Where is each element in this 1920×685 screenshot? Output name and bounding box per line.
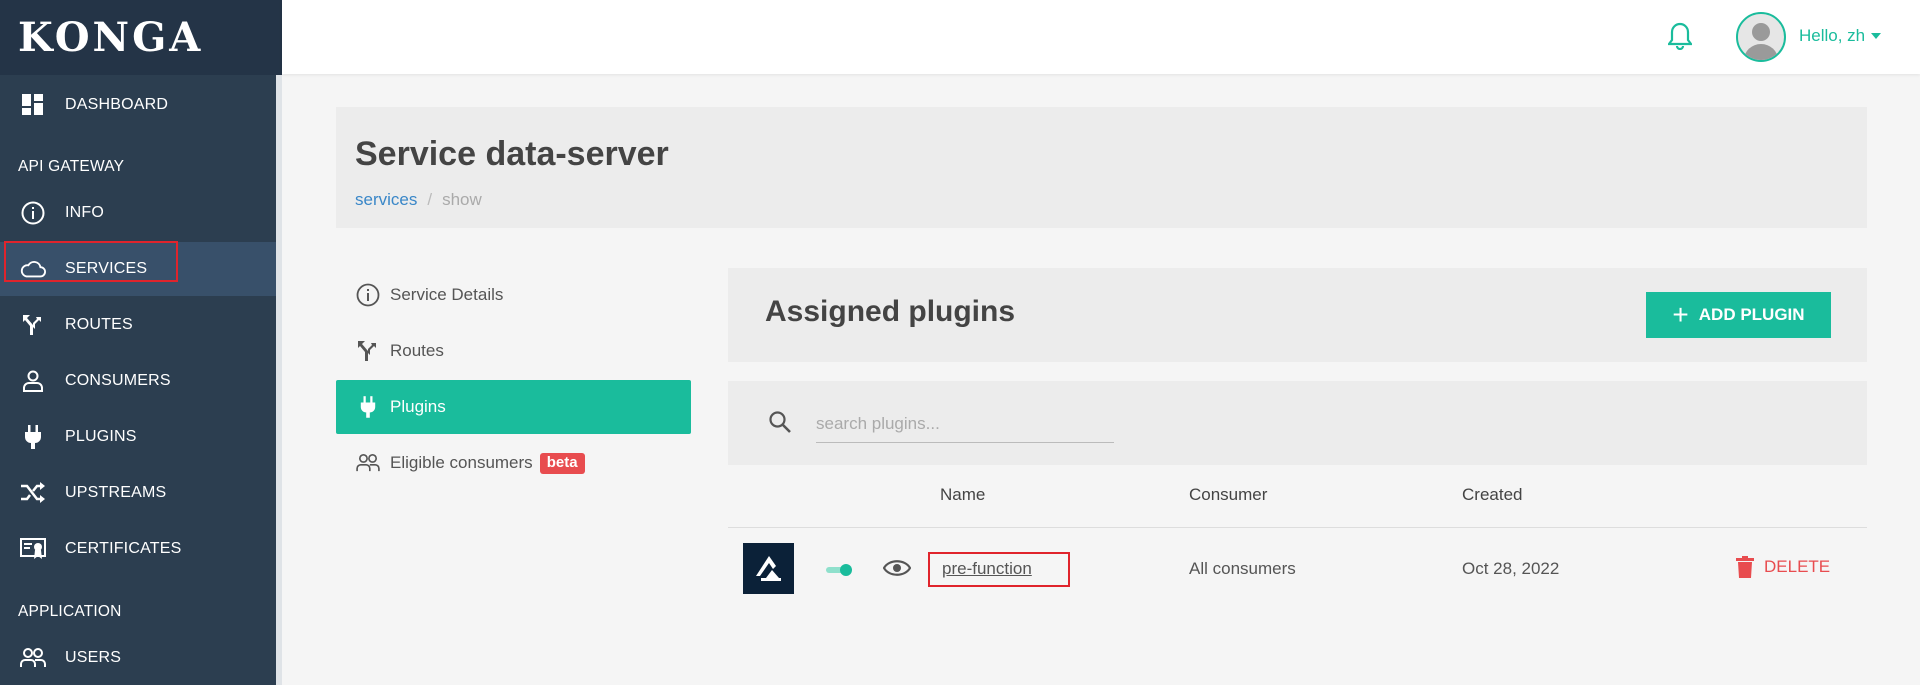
sidebar-item-label: UPSTREAMS [65,484,167,501]
highlight-box-plugin-name [928,552,1070,587]
add-plugin-label: ADD PLUGIN [1698,305,1805,324]
breadcrumb-link-services[interactable]: services [355,190,417,210]
sidebar-item-info[interactable]: INFO [0,186,276,240]
sidebar-section-api-gateway: API GATEWAY [18,158,125,175]
delete-label: DELETE [1764,557,1831,576]
sidebar-item-label: USERS [65,649,122,666]
plugins-title: Assigned plugins [765,295,1016,328]
avatar[interactable] [1736,12,1786,62]
page-header: Service data-server services / show [336,107,1867,228]
sidebar-item-label: INFO [65,204,105,221]
sidebar-item-label: PLUGINS [65,428,137,445]
subnav-routes[interactable]: Routes [336,324,691,378]
subnav-plugins[interactable]: Plugins [336,380,691,434]
table-divider [728,527,1867,528]
sidebar-item-routes[interactable]: ROUTES [0,298,276,352]
add-plugin-button[interactable]: + ADD PLUGIN [1646,292,1831,338]
breadcrumb-current: show [442,190,482,209]
subnav-label: Plugins [390,397,446,416]
sidebar-item-label: CONSUMERS [65,372,171,389]
user-menu[interactable]: Hello, zh [1799,26,1882,46]
routes-icon [356,339,380,363]
highlight-box-services [4,241,178,282]
subnav-label: Service Details [390,285,504,304]
dashboard-icon [20,92,46,118]
shuffle-icon [20,480,46,506]
plugin-logo [743,543,794,594]
sidebar-item-upstreams[interactable]: UPSTREAMS [0,466,276,520]
sidebar-item-label: CERTIFICATES [65,540,182,557]
beta-badge: beta [539,452,585,474]
bell-icon[interactable] [1666,22,1696,52]
plug-icon [20,424,46,450]
plugins-header: Assigned plugins + ADD PLUGIN [728,268,1867,362]
delete-button[interactable]: DELETE [1736,556,1830,578]
column-header-created: Created [1462,485,1523,504]
routes-icon [20,312,46,338]
subnav-label: Routes [390,341,444,360]
search-icon [768,410,792,439]
search-bar [728,381,1867,465]
sidebar-item-dashboard[interactable]: DASHBOARD [0,78,276,132]
plugin-consumer: All consumers [1189,559,1296,578]
user-icon [20,368,46,394]
column-header-consumer: Consumer [1189,485,1268,504]
konga-logo[interactable]: KONGA [0,0,282,75]
sidebar-item-users[interactable]: USERS [0,631,276,685]
sidebar-section-application: APPLICATION [18,603,122,620]
plus-icon: + [1672,299,1689,330]
users-icon [356,451,380,475]
chevron-down-icon [1871,33,1882,39]
plugin-created: Oct 28, 2022 [1462,559,1560,578]
breadcrumb: services / show [355,190,482,210]
page-title: Service data-server [355,135,669,173]
sidebar-item-certificates[interactable]: CERTIFICATES [0,522,276,576]
subnav-service-details[interactable]: Service Details [336,268,691,322]
sidebar-item-label: ROUTES [65,316,133,333]
plugin-enabled-toggle[interactable] [826,563,854,577]
sidebar-item-consumers[interactable]: CONSUMERS [0,354,276,408]
subnav-label: Eligible consumers [390,453,533,472]
certificate-icon [20,536,46,562]
sidebar-item-plugins[interactable]: PLUGINS [0,410,276,464]
info-icon [20,200,46,226]
users-icon [20,645,46,671]
sidebar: KONGA DASHBOARD API GATEWAY INFO SERVICE… [0,0,282,685]
breadcrumb-separator: / [427,190,433,209]
plug-icon [356,395,380,419]
subnav-eligible-consumers[interactable]: Eligible consumers beta [336,436,691,490]
sidebar-item-label: DASHBOARD [65,96,169,113]
trash-icon [1736,556,1754,578]
user-greeting: Hello, zh [1799,26,1866,45]
eye-icon[interactable] [882,557,912,579]
search-input[interactable] [816,405,1114,443]
column-header-name: Name [940,485,986,504]
info-icon [356,283,380,307]
